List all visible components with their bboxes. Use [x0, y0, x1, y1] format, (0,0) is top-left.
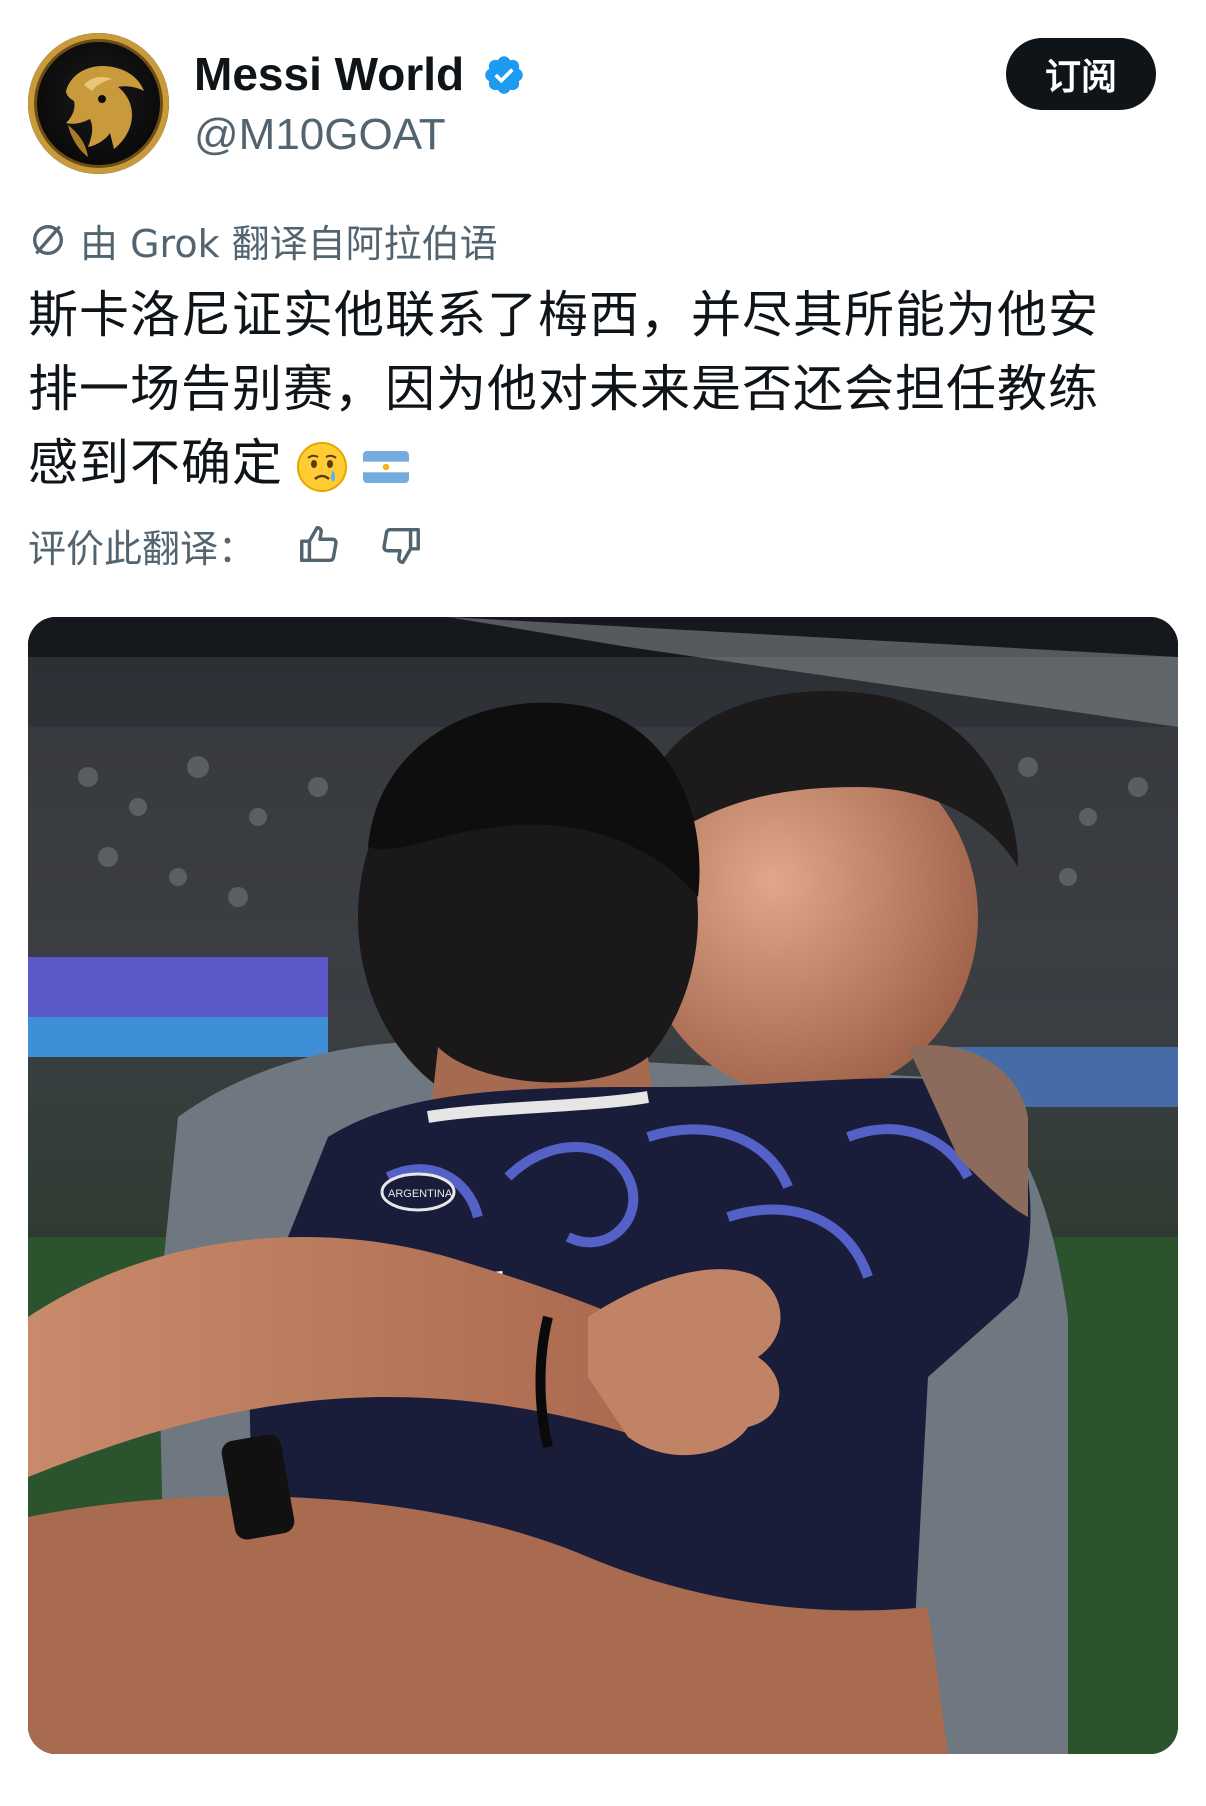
tweet-line: 斯卡洛尼证实他联系了梅西，并尽其所能为他安: [28, 286, 1099, 344]
translation-note-text: 由 Grok 翻译自阿拉伯语: [80, 221, 498, 266]
tweet-photo[interactable]: SSI ARGENTINA: [28, 617, 1178, 1754]
tweet-line: 排一场告别赛，因为他对未来是否还会担任教练: [28, 360, 1099, 418]
rate-translation: 评价此翻译：: [28, 518, 424, 572]
thumbs-up-icon[interactable]: [296, 522, 342, 568]
tweet-line-last: 感到不确定: [28, 426, 1178, 500]
subscribe-button[interactable]: 订阅: [1006, 38, 1156, 110]
crying-face-icon: [297, 441, 347, 492]
tweet-text: 斯卡洛尼证实他联系了梅西，并尽其所能为他安 排一场告别赛，因为他对未来是否还会担…: [28, 278, 1178, 500]
tweet-card: Messi World @M10GOAT 订阅 由 Grok 翻译自阿拉伯语 斯…: [0, 0, 1206, 1806]
avatar[interactable]: [28, 33, 169, 174]
verified-badge-icon: [485, 56, 523, 94]
user-handle[interactable]: @M10GOAT: [194, 108, 446, 162]
translate-icon: [33, 225, 63, 255]
thumbs-down-icon[interactable]: [378, 522, 424, 568]
rate-translation-label: 评价此翻译：: [28, 526, 257, 571]
hug-photo-image: SSI ARGENTINA: [28, 617, 1178, 1754]
translation-note: 由 Grok 翻译自阿拉伯语: [28, 214, 498, 266]
tweet-line-text: 感到不确定: [28, 434, 283, 492]
goat-logo-icon: [66, 65, 144, 157]
argentina-flag-icon: [363, 450, 409, 483]
jersey-badge-text: ARGENTINA: [388, 1188, 453, 1200]
display-name[interactable]: Messi World: [194, 46, 464, 102]
